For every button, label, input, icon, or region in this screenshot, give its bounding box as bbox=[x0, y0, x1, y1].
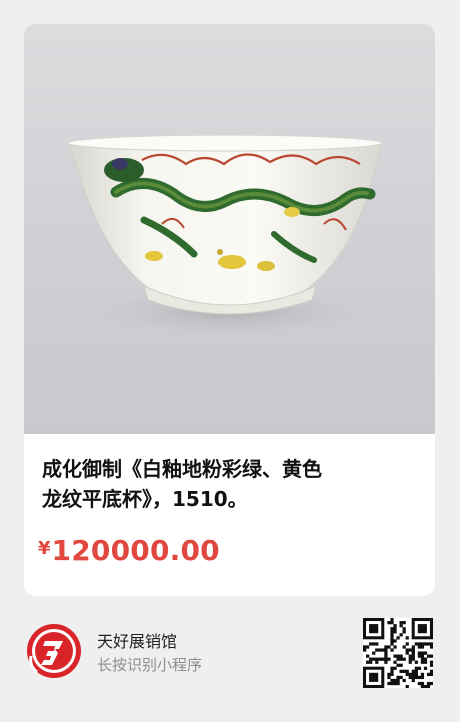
product-title: 成化御制《白釉地粉彩绿、黄色 龙纹平底杯》，1510。 bbox=[42, 457, 322, 511]
bowl-illustration bbox=[67, 134, 383, 338]
long-press-hint: 长按识别小程序 bbox=[97, 656, 203, 674]
qr-code-icon[interactable] bbox=[363, 618, 434, 689]
product-card[interactable]: 成化御制《白釉地粉彩绿、黄色 龙纹平底杯》，1510。 ¥120000.00 bbox=[24, 24, 435, 596]
product-image[interactable] bbox=[24, 24, 435, 434]
price-amount: 120000.00 bbox=[51, 534, 220, 567]
product-price: ¥120000.00 bbox=[38, 534, 220, 567]
price-currency: ¥ bbox=[38, 538, 51, 559]
store-name[interactable]: 天好展销馆 bbox=[97, 628, 177, 652]
app-logo-icon[interactable] bbox=[25, 622, 83, 680]
